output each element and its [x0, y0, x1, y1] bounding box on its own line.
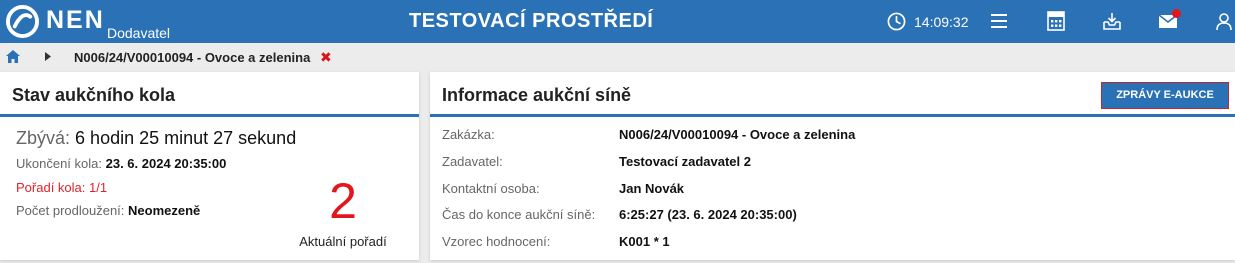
info-value: Jan Novák: [619, 181, 685, 196]
current-rank: 2: [329, 173, 357, 229]
inbox-download-icon[interactable]: [1102, 11, 1122, 31]
info-value: Testovací zadavatel 2: [619, 154, 751, 169]
session-time: 14:09:32: [914, 14, 969, 30]
current-rank-label: Aktuální pořadí: [299, 234, 387, 249]
calculator-icon[interactable]: [1046, 11, 1066, 31]
info-label: Čas do konce aukční síně:: [442, 207, 596, 222]
close-icon[interactable]: ✖: [320, 49, 332, 66]
panel-title: Stav aukčního kola: [12, 85, 176, 105]
logo-subtitle: Dodavatel: [107, 25, 171, 41]
info-label: Zakázka:: [442, 127, 495, 142]
top-bar: NEN Dodavatel TESTOVACÍ PROSTŘEDÍ 14:09:…: [0, 0, 1235, 43]
menu-icon[interactable]: [989, 11, 1009, 31]
info-label: Vzorec hodnocení:: [442, 234, 551, 249]
remaining-time: Zbývá: 6 hodin 25 minut 27 sekund: [16, 128, 296, 149]
breadcrumb: N006/24/V00010094 - Ovoce a zelenina ✖: [0, 43, 1235, 70]
extensions-value: Neomezeně: [128, 203, 201, 218]
info-label: Kontaktní osoba:: [442, 181, 540, 196]
extensions: Počet prodloužení: Neomezeně: [16, 203, 200, 218]
round-end: Ukončení kola: 23. 6. 2024 20:35:00: [16, 156, 226, 171]
info-value: K001 * 1: [619, 234, 670, 249]
remaining-value: 6 hodin 25 minut 27 sekund: [75, 128, 297, 148]
notification-dot: [1172, 9, 1181, 18]
info-value: N006/24/V00010094 - Ovoce a zelenina: [619, 127, 856, 142]
panel-header: Informace aukční síně ZPRÁVY E-AUKCE: [430, 72, 1235, 117]
auction-info-panel: Informace aukční síně ZPRÁVY E-AUKCE Zak…: [430, 72, 1235, 260]
nen-logo-icon[interactable]: [6, 5, 39, 38]
panel-header: Stav aukčního kola: [0, 72, 419, 117]
round-end-value: 23. 6. 2024 20:35:00: [105, 156, 227, 171]
round-end-label: Ukončení kola:: [16, 156, 102, 171]
info-label: Zadavatel:: [442, 154, 503, 169]
info-value: 6:25:27 (23. 6. 2024 20:35:00): [619, 207, 797, 222]
chevron-right-icon: [45, 52, 51, 61]
remaining-label: Zbývá:: [16, 128, 71, 148]
auction-messages-button[interactable]: ZPRÁVY E-AUKCE: [1101, 82, 1229, 109]
environment-title: TESTOVACÍ PROSTŘEDÍ: [409, 10, 654, 32]
round-status-panel: Stav aukčního kola Zbývá: 6 hodin 25 min…: [0, 72, 419, 260]
round-order: Pořadí kola: 1/1: [16, 180, 107, 195]
round-order-value: 1/1: [89, 180, 108, 195]
round-order-label: Pořadí kola:: [16, 180, 86, 195]
logo-text: NEN: [46, 6, 105, 34]
user-icon[interactable]: [1214, 11, 1234, 31]
clock-icon: [887, 12, 906, 31]
extensions-label: Počet prodloužení:: [16, 203, 125, 218]
breadcrumb-current[interactable]: N006/24/V00010094 - Ovoce a zelenina: [74, 50, 310, 65]
panel-title: Informace aukční síně: [442, 85, 632, 105]
home-icon[interactable]: [6, 50, 20, 63]
